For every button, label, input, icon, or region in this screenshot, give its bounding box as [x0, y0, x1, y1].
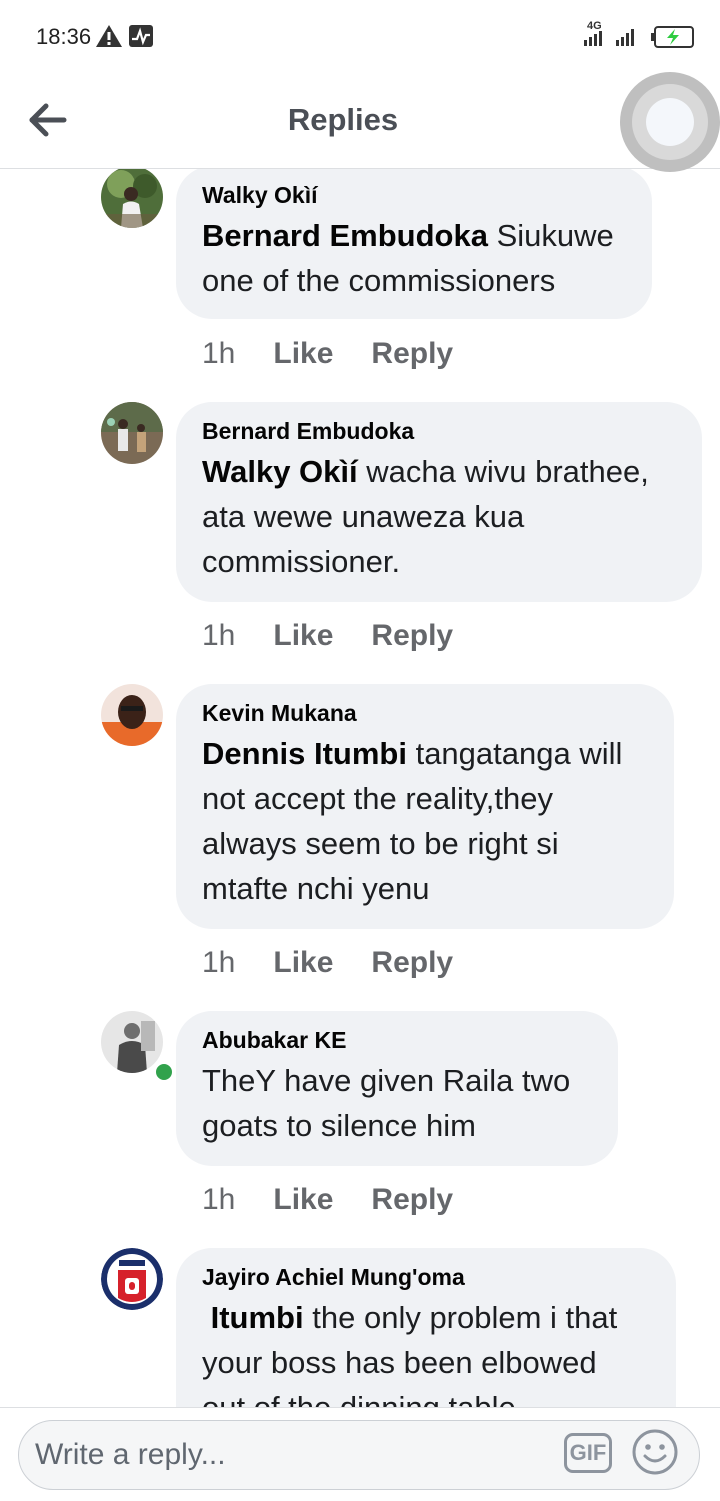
like-button[interactable]: Like: [273, 337, 333, 370]
reply-text: Itumbi the only problem i that your boss …: [202, 1295, 650, 1407]
reply-bubble[interactable]: Kevin Mukana Dennis Itumbi tangatanga wi…: [176, 684, 674, 929]
reply-timestamp: 1h: [202, 1183, 236, 1216]
reply-text-line: tangatanga will: [415, 736, 623, 771]
reply-text-line: goats to silence him: [202, 1108, 476, 1143]
reply-text: TheY have given Raila two goats to silenc…: [202, 1058, 592, 1148]
reply-author[interactable]: Walky Okìí: [202, 182, 626, 209]
reply-bubble[interactable]: Walky Okìí Bernard Embudoka Siukuwe one o…: [176, 169, 652, 319]
like-button[interactable]: Like: [273, 619, 333, 652]
mention-link[interactable]: Itumbi: [211, 1300, 304, 1335]
reply-author[interactable]: Jayiro Achiel Mung'oma: [202, 1264, 650, 1291]
reply-button[interactable]: Reply: [371, 946, 453, 979]
like-button[interactable]: Like: [273, 1183, 333, 1216]
warning-icon: [96, 25, 122, 47]
reply-text-line: Siukuwe: [496, 218, 614, 253]
reply-text-line: wacha wivu brathee,: [366, 454, 649, 489]
reply-text-line: TheY have given Raila two: [202, 1063, 571, 1098]
reply-text-line: one of the commissioners: [202, 263, 556, 298]
reply-bubble[interactable]: Abubakar KE TheY have given Raila two goa…: [176, 1011, 618, 1166]
reply-bubble[interactable]: Jayiro Achiel Mung'oma Itumbi the only p…: [176, 1248, 676, 1407]
avatar[interactable]: [101, 1011, 163, 1073]
reply-button[interactable]: Reply: [371, 1183, 453, 1216]
reply-author[interactable]: Bernard Embudoka: [202, 418, 676, 445]
reply-text-line: ata wewe unaweza kua: [202, 499, 525, 534]
reply-text-line: the only problem i that: [312, 1300, 618, 1335]
assistive-button-ring: [632, 84, 708, 160]
online-status-dot: [154, 1062, 174, 1082]
reply-composer: Write a reply... GIF: [0, 1407, 720, 1501]
reply-actions: 1h Like Reply: [202, 1183, 491, 1217]
avatar[interactable]: [101, 1248, 163, 1310]
signal-icon: [616, 29, 634, 46]
assistive-button-core: [646, 98, 694, 146]
activity-icon: [129, 25, 153, 47]
page-title: Replies: [287, 102, 399, 137]
reply-actions: 1h Like Reply: [202, 337, 491, 371]
reply-author[interactable]: Abubakar KE: [202, 1027, 592, 1054]
reply-bubble[interactable]: Bernard Embudoka Walky Okìí wacha wivu b…: [176, 402, 702, 602]
battery-charging-icon: [651, 26, 694, 48]
reply-actions: 1h Like Reply: [202, 946, 491, 980]
reply-button[interactable]: Reply: [371, 337, 453, 370]
status-bar: 18:36 4G: [0, 0, 720, 72]
mention-link[interactable]: Walky Okìí: [202, 454, 358, 489]
reply-timestamp: 1h: [202, 337, 236, 370]
reply-timestamp: 1h: [202, 619, 236, 652]
avatar[interactable]: [101, 684, 163, 746]
gif-button[interactable]: GIF: [564, 1433, 612, 1473]
reply-text-line: always seem to be right si: [202, 826, 559, 861]
reply-text-line: not accept the reality,they: [202, 781, 553, 816]
reply-author[interactable]: Kevin Mukana: [202, 700, 648, 727]
signal-icon: [584, 31, 602, 46]
avatar[interactable]: [101, 169, 163, 228]
reply-timestamp: 1h: [202, 946, 236, 979]
status-time: 18:36: [36, 24, 92, 49]
replies-header: Replies: [0, 72, 720, 172]
reply-text-line: mtafte nchi yenu: [202, 871, 430, 906]
replies-list: Walky Okìí Bernard Embudoka Siukuwe one o…: [0, 169, 720, 1407]
reply-text: Walky Okìí wacha wivu brathee, ata wewe u…: [202, 449, 676, 584]
reply-button[interactable]: Reply: [371, 619, 453, 652]
mention-link[interactable]: Bernard Embudoka: [202, 218, 488, 253]
reply-input-placeholder: Write a reply...: [35, 1438, 226, 1471]
reply-actions: 1h Like Reply: [202, 619, 491, 653]
reply-input[interactable]: Write a reply... GIF: [18, 1420, 700, 1490]
reply-text-line: commissioner.: [202, 544, 401, 579]
mention-link[interactable]: Dennis Itumbi: [202, 736, 407, 771]
reply-text-line: your boss has been elbowed: [202, 1345, 597, 1380]
reply-text: Bernard Embudoka Siukuwe one of the commi…: [202, 213, 626, 303]
like-button[interactable]: Like: [273, 946, 333, 979]
floating-assistive-button[interactable]: [620, 72, 720, 172]
avatar[interactable]: [101, 402, 163, 464]
smiley-icon[interactable]: [631, 1428, 679, 1476]
reply-text-line: out of the dinning table: [202, 1390, 516, 1407]
reply-text: Dennis Itumbi tangatanga will not accept …: [202, 731, 648, 911]
